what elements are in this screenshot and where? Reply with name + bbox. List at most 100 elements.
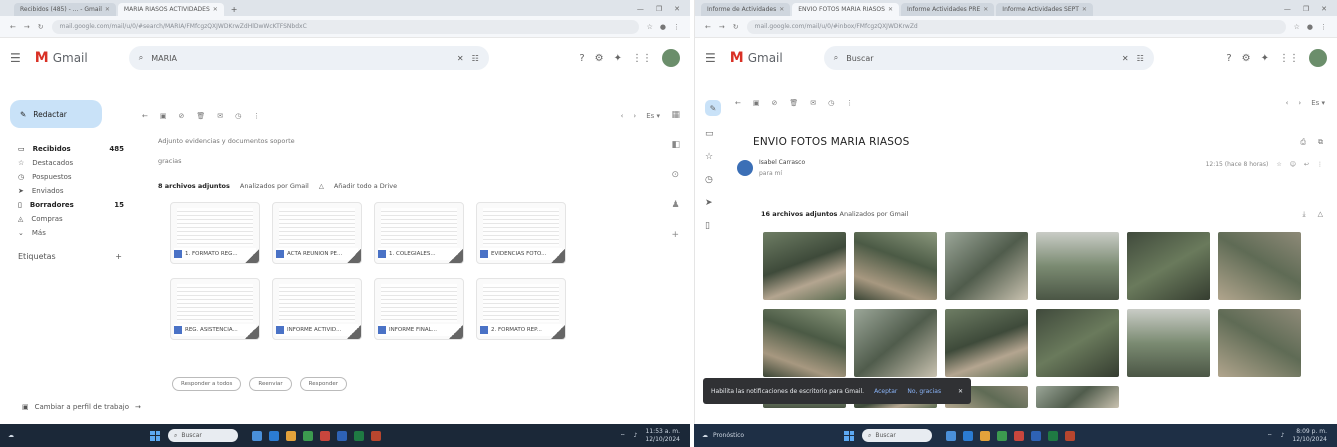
- new-tab-button[interactable]: +: [226, 3, 243, 16]
- app-icon[interactable]: [1014, 430, 1024, 441]
- back-arrow-icon[interactable]: ←: [142, 112, 148, 120]
- clock[interactable]: 8:09 p. m. 12/10/2024: [1292, 428, 1327, 444]
- wifi-icon[interactable]: ⌔: [1267, 432, 1273, 440]
- wifi-icon[interactable]: ⌔: [620, 432, 626, 440]
- chrome-icon[interactable]: [303, 430, 313, 441]
- gemini-icon[interactable]: ✦: [614, 53, 622, 64]
- snooze-icon[interactable]: ◷: [828, 99, 834, 107]
- inbox-icon[interactable]: ▭: [705, 129, 721, 139]
- gmail-logo[interactable]: M Gmail: [35, 50, 115, 66]
- draft-icon[interactable]: ▯: [705, 221, 721, 231]
- more-icon[interactable]: ⋮: [846, 99, 853, 107]
- folder-icon[interactable]: [286, 430, 296, 441]
- more-icon[interactable]: ⋮: [1317, 161, 1323, 168]
- filter-options-icon[interactable]: ☷: [1137, 54, 1144, 63]
- sender-avatar[interactable]: [737, 160, 753, 176]
- attachment-card[interactable]: 1. COLEGIALES...: [374, 202, 464, 264]
- search-box[interactable]: ⌕ MARIA ✕ ☷: [128, 46, 489, 70]
- edge-icon[interactable]: [963, 430, 973, 441]
- language-icon[interactable]: Es ▾: [1311, 99, 1325, 107]
- powerpoint-icon[interactable]: [371, 430, 381, 441]
- report-spam-icon[interactable]: ⊘: [179, 112, 185, 120]
- search-icon[interactable]: ⌕: [139, 53, 143, 63]
- attachment-card[interactable]: REG. ASISTENCIA...: [170, 278, 260, 340]
- clock[interactable]: 11:53 a. m. 12/10/2024: [645, 428, 680, 444]
- taskbar-search[interactable]: ⌕ Buscar: [862, 429, 932, 442]
- word-icon[interactable]: [337, 430, 347, 441]
- star-icon[interactable]: ☆: [1294, 23, 1300, 31]
- folder-icon[interactable]: [980, 430, 990, 441]
- open-new-window-icon[interactable]: ⧉: [1318, 138, 1323, 147]
- print-icon[interactable]: ⎙: [1300, 138, 1306, 147]
- archive-icon[interactable]: ▣: [160, 112, 167, 120]
- file-explorer-icon[interactable]: [946, 430, 956, 441]
- report-spam-icon[interactable]: ⊘: [772, 99, 778, 107]
- clock-icon[interactable]: ◷: [705, 175, 721, 185]
- tasks-icon[interactable]: ⊙: [671, 170, 680, 180]
- attachment-card[interactable]: EVIDENCIAS FOTO...: [476, 202, 566, 264]
- avatar[interactable]: [1309, 49, 1327, 67]
- start-button[interactable]: [150, 430, 160, 441]
- close-icon[interactable]: ✕: [1082, 6, 1087, 13]
- photo-thumbnail[interactable]: [854, 309, 937, 377]
- powerpoint-icon[interactable]: [1065, 430, 1075, 441]
- language-icon[interactable]: Es ▾: [646, 112, 660, 120]
- keep-icon[interactable]: ◧: [671, 140, 680, 150]
- photo-thumbnail[interactable]: [1127, 232, 1210, 300]
- tab-informe-pre[interactable]: Informe Actividades PRE ✕: [900, 3, 995, 16]
- chrome-icon[interactable]: [997, 430, 1007, 441]
- hamburger-menu-icon[interactable]: ☰: [705, 51, 716, 65]
- minimize-icon[interactable]: —: [1284, 5, 1291, 13]
- snooze-icon[interactable]: ◷: [235, 112, 241, 120]
- photo-thumbnail[interactable]: [1218, 232, 1301, 300]
- taskbar-search[interactable]: ⌕ Buscar: [168, 429, 238, 442]
- url-field[interactable]: mail.google.com/mail/u/0/#inbox/FMfcgzQX…: [746, 19, 1286, 34]
- back-arrow-icon[interactable]: ←: [735, 99, 741, 107]
- tab-inbox[interactable]: Recibidos (485) - ... - Gmail ✕: [14, 3, 116, 16]
- contacts-icon[interactable]: ♟: [671, 200, 680, 210]
- sender-name[interactable]: Isabel Carrasco: [759, 159, 805, 166]
- compose-button[interactable]: ✎ Redactar: [10, 100, 102, 128]
- reply-button[interactable]: Responder: [299, 377, 347, 391]
- apps-grid-icon[interactable]: ⋮⋮: [632, 53, 652, 64]
- attachment-card[interactable]: INFORME ACTIVID...: [272, 278, 362, 340]
- excel-icon[interactable]: [354, 430, 364, 441]
- add-addon-icon[interactable]: +: [671, 230, 680, 240]
- maximize-icon[interactable]: ❐: [1303, 5, 1309, 13]
- reload-icon[interactable]: ↻: [733, 23, 739, 31]
- avatar[interactable]: [662, 49, 680, 67]
- filter-options-icon[interactable]: ☷: [472, 54, 479, 63]
- photo-thumbnail[interactable]: [1036, 309, 1119, 377]
- forward-icon[interactable]: →: [719, 23, 725, 31]
- app-icon[interactable]: [320, 430, 330, 441]
- mark-unread-icon[interactable]: ✉: [810, 99, 816, 107]
- profile-icon[interactable]: ●: [1307, 23, 1313, 31]
- minimize-icon[interactable]: —: [637, 5, 644, 13]
- recipient-line[interactable]: para mí: [759, 170, 805, 177]
- close-icon[interactable]: ✕: [958, 388, 963, 395]
- star-icon[interactable]: ☆: [1276, 161, 1281, 168]
- edge-icon[interactable]: [269, 430, 279, 441]
- attachment-card[interactable]: 1. FORMATO REG...: [170, 202, 260, 264]
- photo-thumbnail[interactable]: [763, 232, 846, 300]
- settings-icon[interactable]: ⚙: [595, 53, 604, 64]
- help-icon[interactable]: ?: [579, 53, 584, 64]
- sidebar-item-sent[interactable]: ➤ Enviados: [10, 184, 130, 198]
- next-icon[interactable]: ›: [1298, 99, 1301, 107]
- next-icon[interactable]: ›: [633, 112, 636, 120]
- send-icon[interactable]: ➤: [705, 198, 721, 208]
- back-icon[interactable]: ←: [10, 23, 16, 31]
- volume-icon[interactable]: ♪: [1281, 432, 1285, 439]
- compose-button[interactable]: ✎: [705, 100, 721, 116]
- reply-all-button[interactable]: Responder a todos: [172, 377, 242, 391]
- mark-unread-icon[interactable]: ✉: [217, 112, 223, 120]
- word-icon[interactable]: [1031, 430, 1041, 441]
- star-icon[interactable]: ☆: [647, 23, 653, 31]
- menu-dots-icon[interactable]: ⋮: [1320, 23, 1327, 31]
- settings-icon[interactable]: ⚙: [1242, 53, 1251, 64]
- delete-icon[interactable]: 🗑: [789, 99, 798, 107]
- attachment-card[interactable]: 2. FORMATO REP...: [476, 278, 566, 340]
- photo-thumbnail[interactable]: [945, 309, 1028, 377]
- photo-thumbnail[interactable]: [1036, 232, 1119, 300]
- reload-icon[interactable]: ↻: [38, 23, 44, 31]
